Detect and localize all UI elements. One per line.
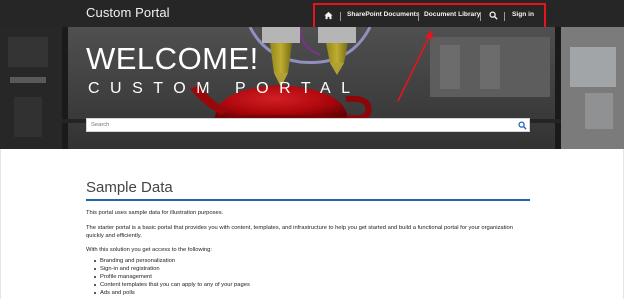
list-item: Branding and personalization bbox=[92, 257, 250, 265]
description-paragraph: The starter portal is a basic portal tha… bbox=[86, 225, 513, 239]
hero-subtitle: CUSTOM PORTAL bbox=[88, 80, 361, 97]
features-intro: With this solution you get access to the… bbox=[86, 247, 212, 253]
list-item: Ads and polls bbox=[92, 289, 250, 297]
hero-search-bar bbox=[86, 118, 530, 132]
nav-item-sign-in[interactable]: Sign in bbox=[512, 11, 534, 18]
list-item: Content templates that you can apply to … bbox=[92, 281, 250, 289]
brand-title[interactable]: Custom Portal bbox=[86, 5, 170, 20]
section-title: Sample Data bbox=[86, 179, 173, 196]
home-icon[interactable] bbox=[324, 11, 333, 20]
top-navbar: Custom Portal SharePoint Documents Docum… bbox=[0, 0, 624, 29]
hero-banner: WELCOME! CUSTOM PORTAL bbox=[0, 27, 624, 149]
search-icon[interactable] bbox=[518, 121, 527, 130]
search-icon[interactable] bbox=[489, 11, 498, 20]
annotated-nav-menu: SharePoint Documents Document Library Si… bbox=[313, 3, 546, 29]
nav-divider bbox=[480, 12, 481, 21]
list-item: Sign-in and registration bbox=[92, 265, 250, 273]
intro-paragraph: This portal uses sample data for illustr… bbox=[86, 210, 224, 216]
feature-list: Branding and personalization Sign-in and… bbox=[92, 257, 250, 297]
title-underline bbox=[86, 199, 530, 201]
nav-item-document-library[interactable]: Document Library bbox=[424, 11, 480, 18]
search-input[interactable] bbox=[87, 119, 513, 131]
nav-divider bbox=[340, 12, 341, 21]
nav-divider bbox=[504, 12, 505, 21]
nav-divider bbox=[418, 12, 419, 21]
nav-item-sharepoint-documents[interactable]: SharePoint Documents bbox=[347, 11, 420, 18]
hero-title: WELCOME! bbox=[86, 41, 259, 76]
list-item: Profile management bbox=[92, 273, 250, 281]
